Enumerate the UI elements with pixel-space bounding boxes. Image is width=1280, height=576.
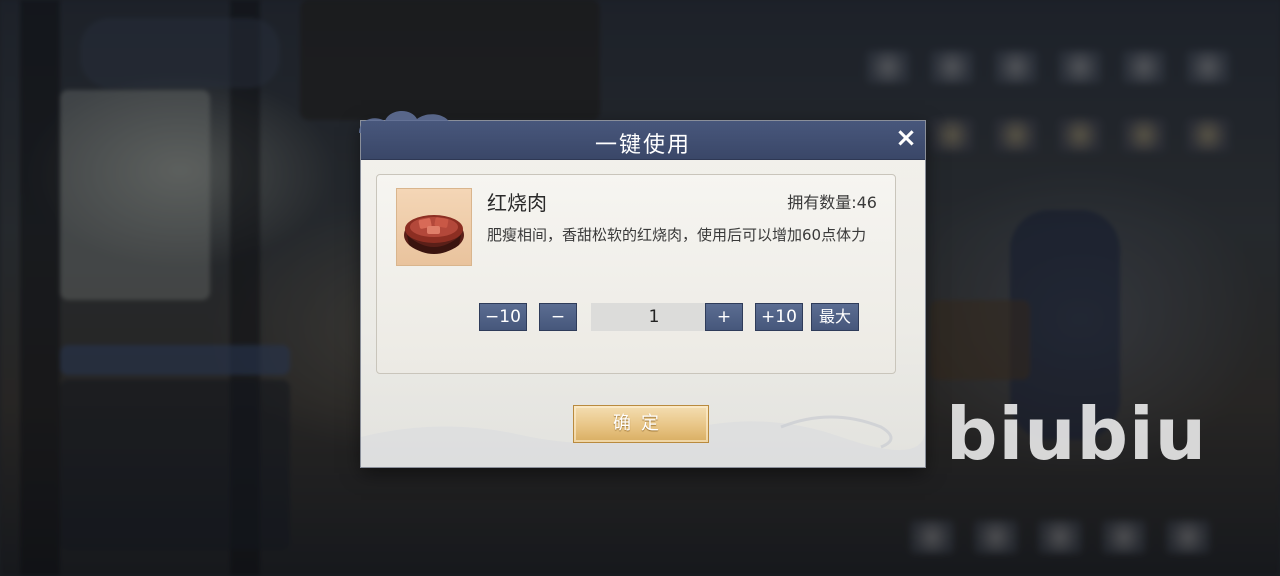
minus-10-button[interactable]: −10	[479, 303, 527, 331]
quantity-input[interactable]: 1	[591, 303, 717, 331]
confirm-button[interactable]: 确定	[573, 405, 709, 443]
max-button[interactable]: 最大	[811, 303, 859, 331]
plus-10-button[interactable]: +10	[755, 303, 803, 331]
plus-button[interactable]: +	[705, 303, 743, 331]
close-icon[interactable]: ×	[891, 123, 921, 153]
item-panel: 红烧肉 拥有数量:46 肥瘦相间，香甜松软的红烧肉，使用后可以增加60点体力 −…	[376, 174, 896, 374]
item-name: 红烧肉	[487, 191, 547, 215]
dialog-titlebar: 一键使用 ×	[361, 121, 925, 160]
braised-pork-icon	[396, 188, 472, 266]
dialog-title: 一键使用	[594, 133, 691, 158]
owned-count: 拥有数量:46	[787, 193, 877, 212]
minus-button[interactable]: −	[539, 303, 577, 331]
use-item-dialog: 一键使用 × 红烧肉 拥有数量:46 肥瘦相间，香甜松软的红烧肉，使用后可以增加…	[359, 110, 925, 467]
watermark-text: biubiu	[946, 392, 1207, 476]
item-description: 肥瘦相间，香甜松软的红烧肉，使用后可以增加60点体力	[487, 226, 867, 244]
